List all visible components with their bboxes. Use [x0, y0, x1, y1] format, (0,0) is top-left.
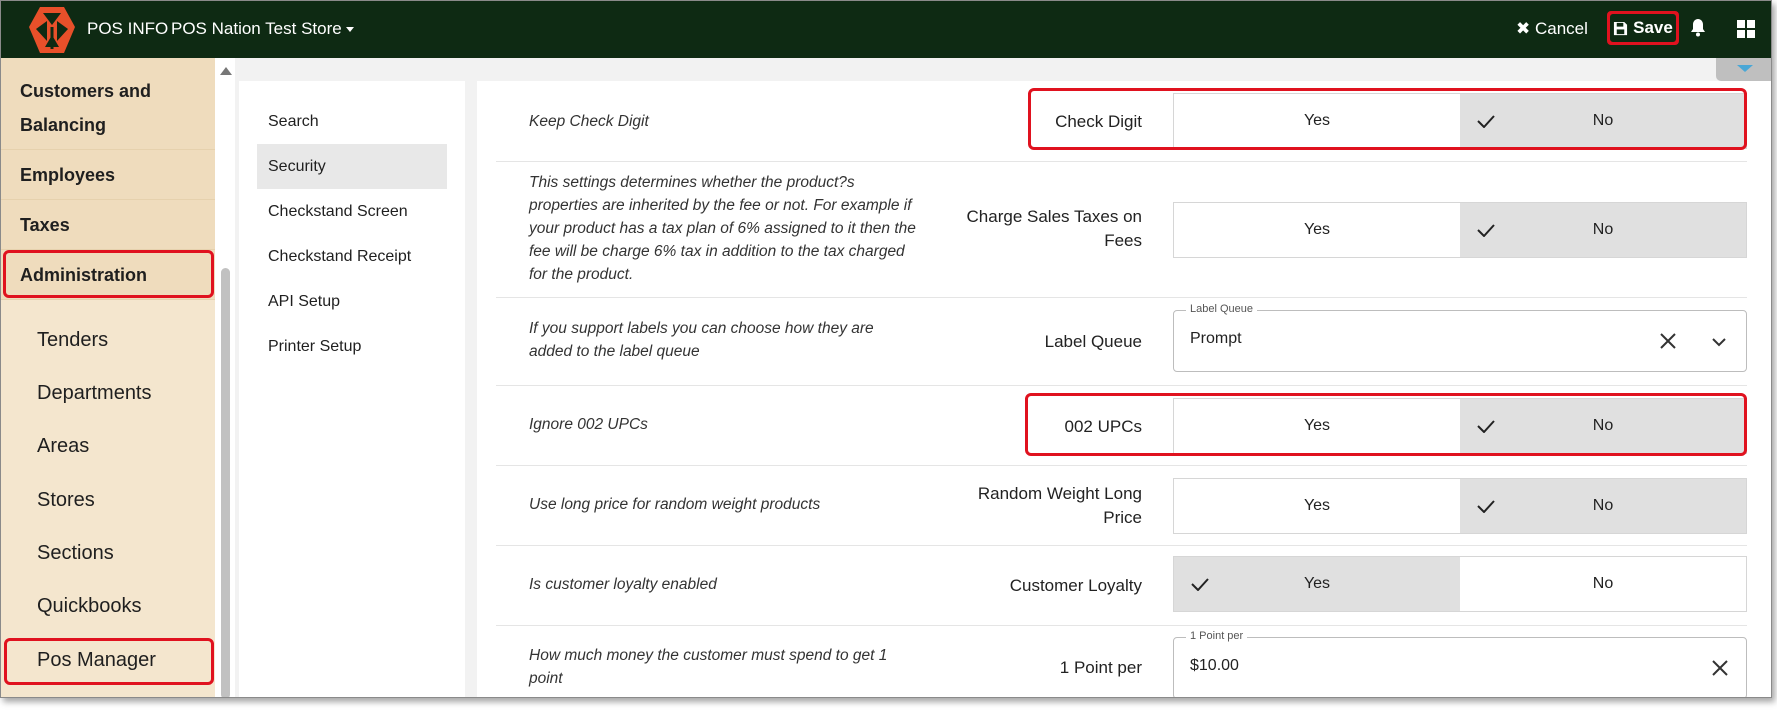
setting-label: Random Weight Long Price: [977, 484, 1142, 527]
checkmark-icon: [1191, 578, 1209, 591]
option-label: No: [1592, 112, 1614, 129]
field-value: Prompt: [1190, 330, 1242, 347]
customer-loyalty-yes-option[interactable]: Yes: [1174, 557, 1460, 611]
setting-row-point-per: How much money the customer must spend t…: [496, 626, 1747, 697]
label-queue-select[interactable]: Label Queue Prompt: [1173, 303, 1747, 372]
setting-label: Label Queue: [1044, 332, 1142, 351]
bell-icon[interactable]: [1689, 18, 1707, 38]
field-legend: Label Queue: [1186, 303, 1257, 315]
sidebar-item-employees[interactable]: Employees: [1, 150, 215, 200]
field-legend: 1 Point per: [1186, 630, 1248, 642]
submenu-item-printer-setup[interactable]: Printer Setup: [257, 324, 447, 369]
setting-description: If you support labels you can choose how…: [529, 320, 874, 360]
customer-loyalty-toggle: Yes No: [1173, 556, 1747, 612]
brand-title: POS INFO: [87, 19, 169, 38]
submenu-item-checkstand-screen[interactable]: Checkstand Screen: [257, 189, 447, 234]
checkmark-icon: [1477, 115, 1495, 128]
setting-label: 002 UPCs: [1064, 417, 1142, 436]
sidebar-item-administration[interactable]: Administration: [1, 250, 215, 300]
sidebar-subitem-areas[interactable]: Areas: [1, 420, 215, 473]
customer-loyalty-no-option[interactable]: No: [1460, 557, 1746, 611]
submenu-panel: Search Security Checkstand Screen Checks…: [239, 81, 465, 697]
pos-nation-logo-icon[interactable]: [27, 5, 77, 55]
app-window: POS INFO POS Nation Test Store ✖ Cancel …: [0, 0, 1772, 698]
setting-description: Use long price for random weight product…: [529, 496, 821, 513]
setting-label: Check Digit: [1055, 112, 1142, 131]
clear-icon[interactable]: [1711, 659, 1729, 677]
save-label: Save: [1633, 18, 1673, 37]
check-digit-yes-option[interactable]: Yes: [1174, 94, 1460, 148]
option-label: No: [1592, 497, 1614, 514]
setting-description: Ignore 002 UPCs: [529, 416, 648, 433]
sidebar-subitem-pos-manager[interactable]: Pos Manager: [1, 634, 215, 687]
point-per-input[interactable]: 1 Point per $10.00: [1173, 630, 1747, 697]
scroll-up-arrow-icon[interactable]: [220, 67, 232, 75]
checkmark-icon: [1477, 500, 1495, 513]
setting-label: 1 Point per: [1059, 658, 1142, 677]
sidebar-item-balancing[interactable]: Balancing: [1, 100, 215, 150]
option-label: No: [1592, 221, 1614, 238]
setting-row-random-weight: Use long price for random weight product…: [496, 466, 1747, 546]
sidebar-scrollbar[interactable]: [215, 58, 235, 697]
setting-row-002-upcs: Ignore 002 UPCs 002 UPCs Yes No: [496, 386, 1747, 466]
app-grid-icon[interactable]: [1737, 20, 1755, 38]
option-label: No: [1592, 417, 1614, 434]
option-label: Yes: [1303, 575, 1331, 592]
option-label: Yes: [1303, 221, 1331, 238]
submenu-item-search[interactable]: Search: [257, 99, 447, 144]
setting-description: This settings determines whether the pro…: [529, 174, 916, 283]
upcs-002-toggle: Yes No: [1173, 398, 1747, 454]
setting-row-charge-sales-taxes: This settings determines whether the pro…: [496, 162, 1747, 298]
upcs-002-yes-option[interactable]: Yes: [1174, 399, 1460, 453]
setting-row-customer-loyalty: Is customer loyalty enabled Customer Loy…: [496, 546, 1747, 626]
random-weight-yes-option[interactable]: Yes: [1174, 479, 1460, 533]
option-label: No: [1592, 575, 1614, 592]
check-digit-toggle: Yes No: [1173, 93, 1747, 149]
charge-sales-taxes-toggle: Yes No: [1173, 202, 1747, 258]
sidebar: Customers and Discounts Balancing Employ…: [1, 58, 215, 697]
store-name: POS Nation Test Store: [171, 19, 342, 38]
setting-description: How much money the customer must spend t…: [529, 647, 888, 687]
setting-row-label-queue: If you support labels you can choose how…: [496, 298, 1747, 386]
upcs-002-no-option[interactable]: No: [1460, 399, 1746, 453]
store-selector[interactable]: POS Nation Test Store: [171, 19, 354, 39]
sidebar-subitem-stores[interactable]: Stores: [1, 474, 215, 527]
check-digit-no-option[interactable]: No: [1460, 94, 1746, 148]
charge-sales-taxes-yes-option[interactable]: Yes: [1174, 203, 1460, 257]
sidebar-subitem-departments[interactable]: Departments: [1, 367, 215, 420]
setting-description: Is customer loyalty enabled: [529, 576, 717, 593]
checkmark-icon: [1477, 224, 1495, 237]
setting-row-check-digit: Keep Check Digit Check Digit Yes No: [496, 81, 1747, 162]
setting-label: Charge Sales Taxes on Fees: [966, 207, 1142, 250]
submenu-item-api-setup[interactable]: API Setup: [257, 279, 447, 324]
cancel-label: Cancel: [1534, 19, 1588, 38]
checkmark-icon: [1477, 420, 1495, 433]
random-weight-toggle: Yes No: [1173, 478, 1747, 534]
sidebar-subitem-quickbooks[interactable]: Quickbooks: [1, 580, 215, 633]
option-label: Yes: [1303, 112, 1331, 129]
field-value: $10.00: [1190, 657, 1239, 674]
setting-label: Customer Loyalty: [1009, 576, 1142, 595]
caret-down-icon: [345, 27, 354, 33]
setting-description: Keep Check Digit: [529, 113, 649, 130]
submenu-item-security[interactable]: Security: [257, 144, 447, 189]
random-weight-no-option[interactable]: No: [1460, 479, 1746, 533]
sidebar-subitem-sections[interactable]: Sections: [1, 527, 215, 580]
triangle-down-icon: [1737, 65, 1753, 72]
cancel-button[interactable]: ✖ Cancel: [1516, 19, 1588, 39]
clear-icon[interactable]: [1659, 332, 1677, 350]
save-button[interactable]: Save: [1607, 11, 1679, 45]
option-label: Yes: [1303, 497, 1331, 514]
sidebar-subitem-tenders[interactable]: Tenders: [1, 314, 215, 367]
sidebar-item-taxes[interactable]: Taxes: [1, 200, 215, 250]
scrollbar-thumb[interactable]: [221, 268, 230, 697]
option-label: Yes: [1303, 417, 1331, 434]
submenu-item-checkstand-receipt[interactable]: Checkstand Receipt: [257, 234, 447, 279]
close-icon: ✖: [1516, 19, 1531, 38]
chevron-down-icon[interactable]: [1711, 337, 1727, 347]
floppy-disk-icon: [1614, 21, 1628, 35]
charge-sales-taxes-no-option[interactable]: No: [1460, 203, 1746, 257]
collapse-toggle[interactable]: [1716, 58, 1771, 81]
top-bar: POS INFO POS Nation Test Store ✖ Cancel …: [1, 1, 1771, 58]
